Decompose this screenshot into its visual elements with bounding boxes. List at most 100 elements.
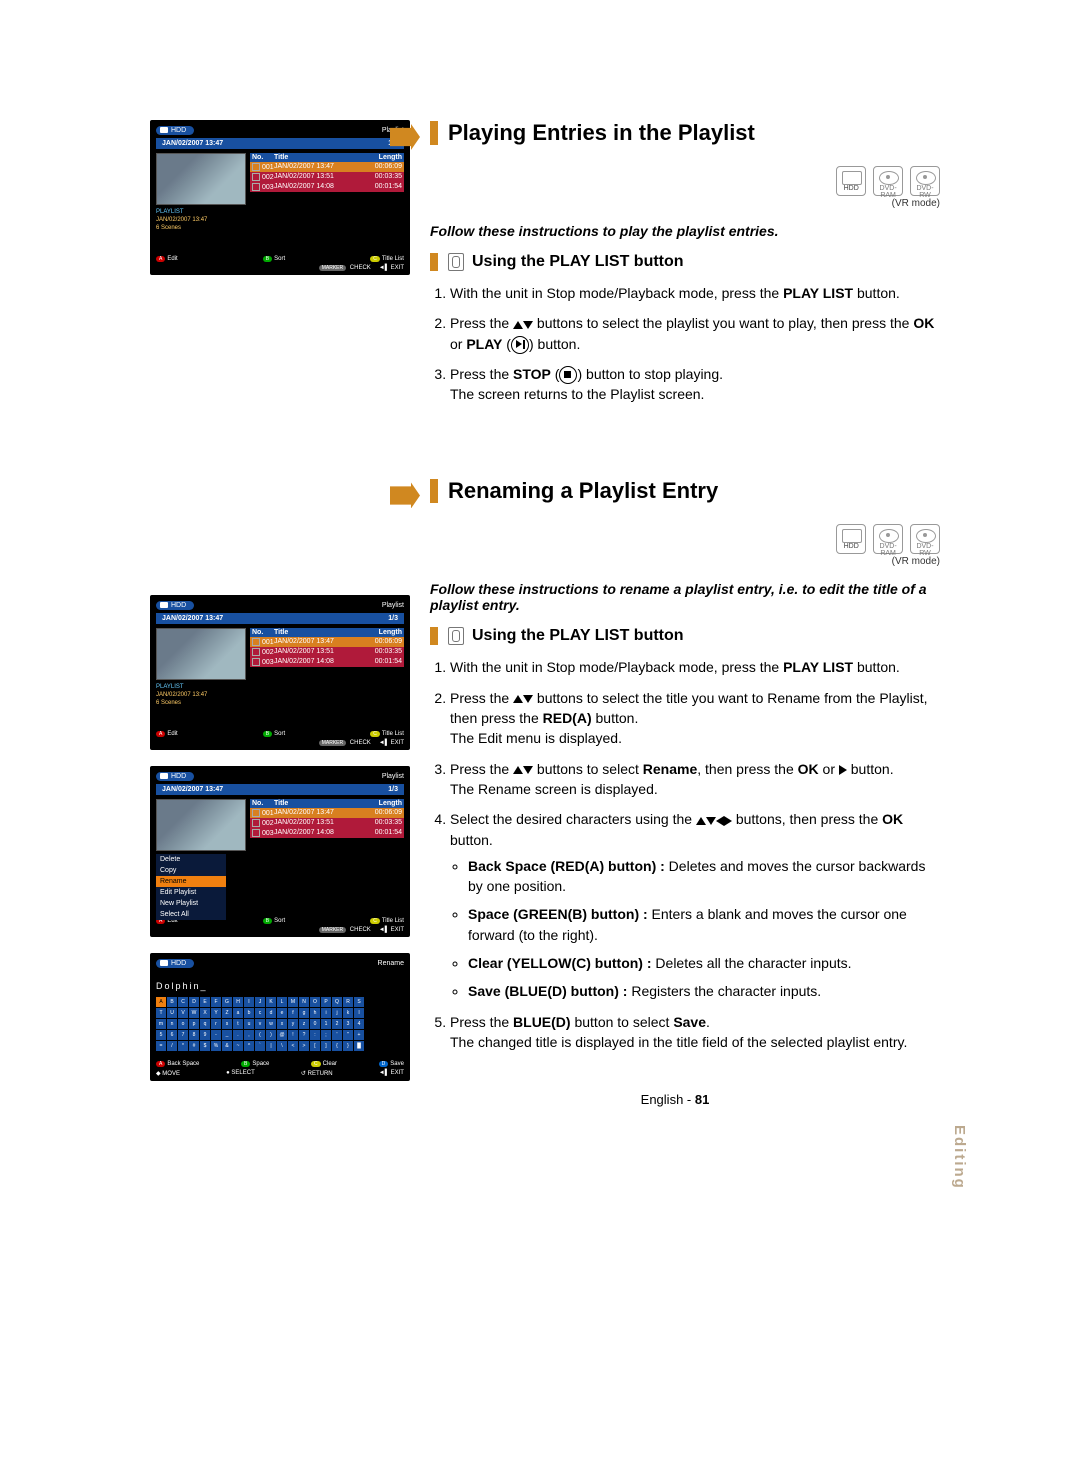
foot-exit: EXIT xyxy=(391,265,404,271)
step: With the unit in Stop mode/Playback mode… xyxy=(450,657,940,677)
dvd-rw-badge: DVD-RW xyxy=(910,524,940,554)
meta-line: 6 Scenes xyxy=(156,225,244,231)
col-length: Length xyxy=(366,154,402,161)
foot-check: CHECK xyxy=(350,740,371,746)
up-icon xyxy=(513,766,523,774)
section2-steps: With the unit in Stop mode/Playback mode… xyxy=(430,657,940,1052)
foot-sort: Sort xyxy=(274,731,285,737)
meta-line: JAN/02/2007 13:47 xyxy=(156,217,244,223)
foot-titlelist: Title List xyxy=(382,731,404,737)
screenshot-playlist-2: HDD Playlist JAN/02/2007 13:47 1/3 PLAYL… xyxy=(150,595,410,750)
col-no: No. xyxy=(252,154,274,161)
bullet: Clear (YELLOW(C) button) : Deletes all t… xyxy=(468,953,940,973)
foot-check: CHECK xyxy=(350,927,371,933)
section2-title: Renaming a Playlist Entry xyxy=(430,478,940,504)
col-title: Title xyxy=(274,154,366,161)
down-icon xyxy=(706,817,716,825)
meta-line: PLAYLIST xyxy=(156,209,244,215)
section1-subhead: Using the PLAY LIST button xyxy=(430,253,940,271)
step: With the unit in Stop mode/Playback mode… xyxy=(450,283,940,303)
play-icon xyxy=(511,336,529,354)
right-icon xyxy=(839,765,847,775)
stop-icon xyxy=(559,366,577,384)
step: Press the BLUE(D) button to select Save.… xyxy=(450,1012,940,1053)
vr-mode-note: (VR mode) xyxy=(430,556,940,567)
foot-edit: Edit xyxy=(167,256,177,262)
ctx-item: New Playlist xyxy=(156,898,226,909)
table-row: 003 JAN/02/2007 14:08 00:01:54 xyxy=(250,657,404,667)
section1-title: Playing Entries in the Playlist xyxy=(430,120,940,146)
foot-return: RETURN xyxy=(308,1071,333,1077)
left-screenshots-column: HDD Playlist JAN/02/2007 13:47 1/3 PLAYL… xyxy=(150,120,410,1097)
accent-bar xyxy=(430,121,438,145)
hdd-pill: HDD xyxy=(156,601,194,610)
foot-exit: EXIT xyxy=(391,740,404,746)
foot-titlelist: Title List xyxy=(382,256,404,262)
section2-bullets: Back Space (RED(A) button) : Deletes and… xyxy=(450,856,940,1002)
step: Press the buttons to select the title yo… xyxy=(450,688,940,749)
down-icon xyxy=(523,766,533,774)
section1-lead: Follow these instructions to play the pl… xyxy=(430,223,940,239)
table-row: 002 JAN/02/2007 13:51 00:03:35 xyxy=(250,647,404,657)
down-icon xyxy=(523,321,533,329)
thumbnail xyxy=(156,628,246,680)
vr-mode-note: (VR mode) xyxy=(430,198,940,209)
onscreen-keyboard: ABCDEFGHIJKLMNOPQRS TUVWXYZabcdefghijkl … xyxy=(156,997,404,1051)
media-badges: HDD DVD-RAM DVD-RW xyxy=(430,524,940,554)
ctx-item: Edit Playlist xyxy=(156,887,226,898)
rename-input: Dolphin_ xyxy=(156,981,404,991)
col-title: Title xyxy=(274,800,366,807)
foot-move: MOVE xyxy=(162,1071,180,1077)
media-badges: HDD DVD-RAM DVD-RW xyxy=(430,166,940,196)
bullet: Save (BLUE(D) button) : Registers the ch… xyxy=(468,981,940,1001)
side-tab-editing: Editing xyxy=(951,1125,968,1190)
table-row: 001 JAN/02/2007 13:47 00:06:09 xyxy=(250,162,404,172)
foot-sort: Sort xyxy=(274,256,285,262)
down-icon xyxy=(523,695,533,703)
section2-subhead: Using the PLAY LIST button xyxy=(430,627,940,645)
col-no: No. xyxy=(252,629,274,636)
mode-label: Rename xyxy=(378,960,404,967)
section1-steps: With the unit in Stop mode/Playback mode… xyxy=(430,283,940,404)
foot-check: CHECK xyxy=(350,265,371,271)
context-menu: Delete Copy Rename Edit Playlist New Pla… xyxy=(156,854,226,920)
hdd-pill: HDD xyxy=(156,126,194,135)
foot-titlelist: Title List xyxy=(382,918,404,924)
count: 1/3 xyxy=(388,786,398,793)
right-icon xyxy=(724,816,732,826)
foot-back: Back Space xyxy=(167,1061,199,1067)
table-row: 003 JAN/02/2007 14:08 00:01:54 xyxy=(250,828,404,838)
up-icon xyxy=(513,321,523,329)
table-row: 001 JAN/02/2007 13:47 00:06:09 xyxy=(250,637,404,647)
up-icon xyxy=(513,695,523,703)
dvd-ram-badge: DVD-RAM xyxy=(873,166,903,196)
table-row: 002 JAN/02/2007 13:51 00:03:35 xyxy=(250,172,404,182)
thumbnail xyxy=(156,153,246,205)
accent-bar xyxy=(430,479,438,503)
col-length: Length xyxy=(366,629,402,636)
col-length: Length xyxy=(366,800,402,807)
hand-icon xyxy=(448,627,464,645)
up-icon xyxy=(696,817,706,825)
table-row: 001 JAN/02/2007 13:47 00:06:09 xyxy=(250,808,404,818)
foot-save: Save xyxy=(390,1061,404,1067)
timestamp: JAN/02/2007 13:47 xyxy=(162,786,223,793)
dvd-ram-badge: DVD-RAM xyxy=(873,524,903,554)
col-title: Title xyxy=(274,629,366,636)
table-row: 003 JAN/02/2007 14:08 00:01:54 xyxy=(250,182,404,192)
ctx-item: Delete xyxy=(156,854,226,865)
step: Press the STOP () button to stop playing… xyxy=(450,364,940,405)
timestamp: JAN/02/2007 13:47 xyxy=(162,615,223,622)
step: Press the buttons to select Rename, then… xyxy=(450,759,940,800)
meta-line: PLAYLIST xyxy=(156,684,244,690)
step: Press the buttons to select the playlist… xyxy=(450,313,940,354)
dvd-rw-badge: DVD-RW xyxy=(910,166,940,196)
hdd-badge: HDD xyxy=(836,166,866,196)
ctx-item: Select All xyxy=(156,909,226,920)
meta-line: 6 Scenes xyxy=(156,700,244,706)
bullet: Back Space (RED(A) button) : Deletes and… xyxy=(468,856,940,897)
hand-icon xyxy=(448,253,464,271)
table-row: 002 JAN/02/2007 13:51 00:03:35 xyxy=(250,818,404,828)
foot-edit: Edit xyxy=(167,731,177,737)
foot-clear: Clear xyxy=(323,1061,337,1067)
